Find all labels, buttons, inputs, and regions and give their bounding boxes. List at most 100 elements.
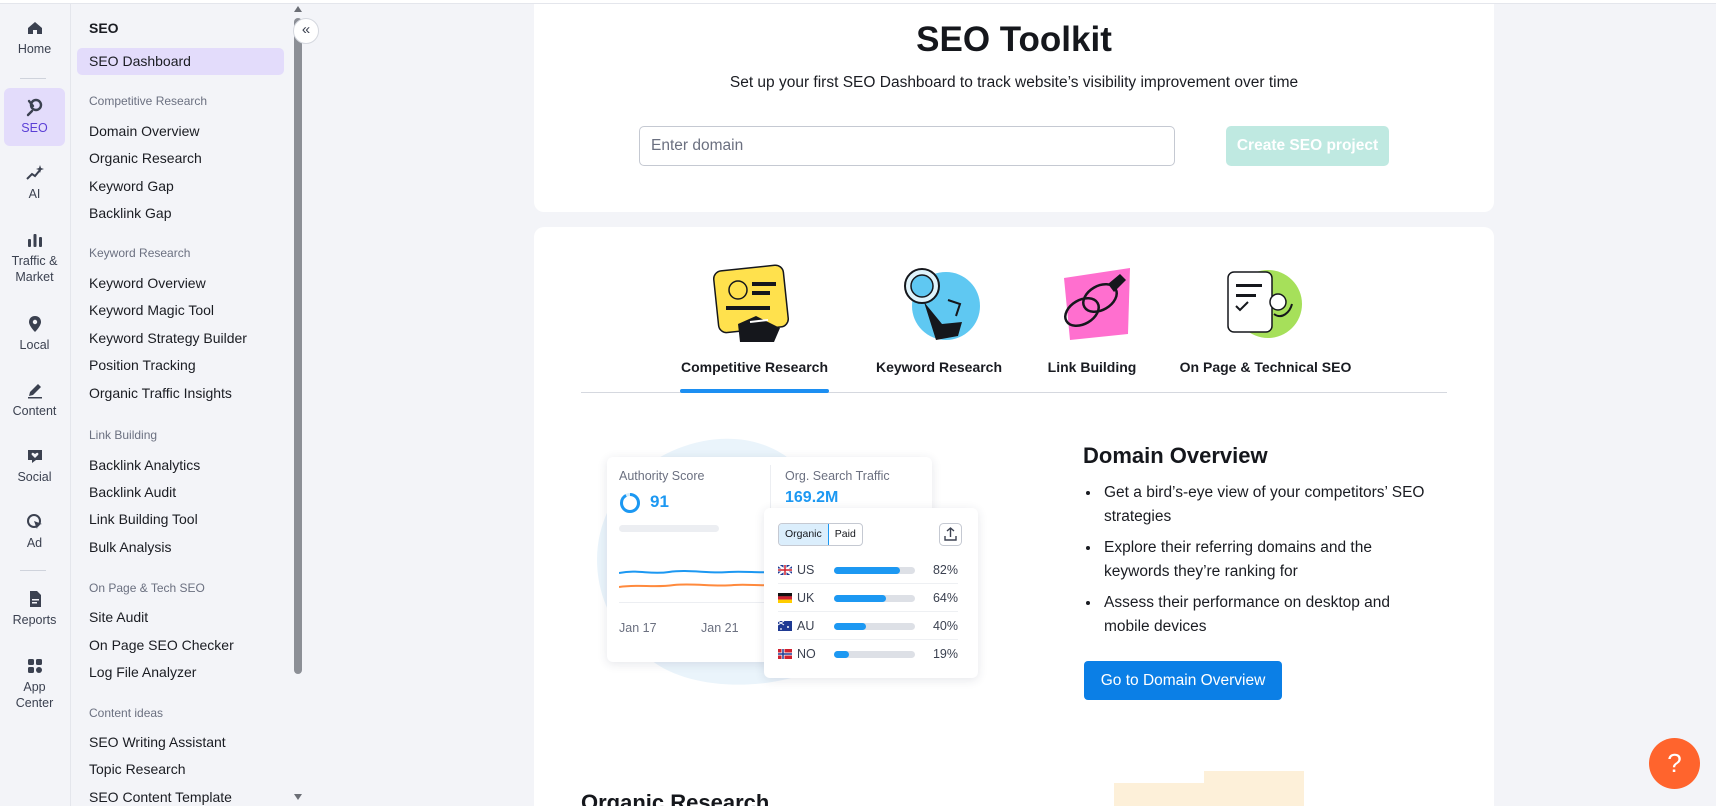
row-divider (778, 611, 958, 612)
nav-item-keyword-overview[interactable]: Keyword Overview (89, 275, 206, 291)
toggle-paid[interactable]: Paid (829, 524, 862, 545)
uk-flag-icon (778, 565, 792, 575)
rail-item-app-center[interactable]: App Center (4, 656, 65, 711)
nav-item-backlink-analytics[interactable]: Backlink Analytics (89, 457, 200, 473)
rail-label-content: Content (12, 404, 57, 418)
row-divider (778, 583, 958, 584)
rail-divider (20, 78, 46, 79)
scroll-down-arrow[interactable] (294, 794, 302, 800)
authority-score-label: Authority Score (619, 469, 705, 483)
scroll-thumb[interactable] (294, 18, 302, 674)
rail-label-social: Social (17, 470, 52, 484)
country-code: UK (797, 591, 815, 605)
nav-item-bulk-analysis[interactable]: Bulk Analysis (89, 539, 171, 555)
create-seo-project-button[interactable]: Create SEO project (1226, 126, 1389, 166)
nav-item-position-tracking[interactable]: Position Tracking (89, 357, 196, 373)
tab-competitive-research[interactable]: Competitive Research (680, 359, 829, 375)
australia-flag-icon (778, 621, 792, 631)
page-subtitle: Set up your first SEO Dashboard to track… (729, 74, 1299, 91)
country-share: 82% (932, 563, 958, 577)
organic-research-title: Organic Research (581, 790, 770, 806)
nav-item-topic-research[interactable]: Topic Research (89, 761, 186, 777)
country-code: NO (797, 647, 816, 661)
norway-flag-icon (778, 649, 792, 659)
scroll-up-arrow[interactable] (294, 6, 302, 12)
bullet-item: Explore their referring domains and the … (1084, 536, 1434, 583)
rail-item-ai[interactable]: AI (4, 163, 65, 202)
nav-item-seo-dashboard[interactable]: SEO Dashboard (89, 53, 191, 69)
export-icon[interactable] (939, 523, 962, 546)
nav-item-keyword-magic-tool[interactable]: Keyword Magic Tool (89, 302, 214, 318)
share-bar-fill (834, 623, 867, 630)
share-bar-track (834, 651, 915, 658)
country-row: NO 19% (778, 645, 958, 665)
domain-overview-bullets: Get a bird’s-eye view of your competitor… (1084, 481, 1434, 646)
bullet-item: Get a bird’s-eye view of your competitor… (1084, 481, 1434, 528)
collapse-sidebar-button[interactable]: « (293, 18, 319, 44)
bar-chart-icon (27, 234, 42, 247)
nav-section-heading: Competitive Research (89, 94, 208, 108)
org-search-traffic-value: 169.2M (785, 489, 839, 506)
chat-heart-icon (27, 450, 42, 463)
organic-paid-toggle[interactable]: Organic Paid (778, 523, 863, 546)
x-axis-label: Jan 21 (701, 621, 739, 635)
share-bar-track (834, 623, 915, 630)
tab-keyword-research[interactable]: Keyword Research (864, 359, 1014, 375)
rail-item-content[interactable]: Content (4, 380, 65, 419)
organic-research-illustration-peek (1114, 771, 1304, 806)
home-icon (27, 22, 42, 34)
nav-title: SEO (89, 20, 119, 36)
keyword-research-illustration (904, 268, 980, 340)
nav-item-seo-writing-assistant[interactable]: SEO Writing Assistant (89, 734, 226, 750)
nav-section-heading: Keyword Research (89, 246, 191, 260)
seo-toolkit-card: SEO Toolkit Set up your first SEO Dashbo… (534, 4, 1494, 212)
nav-item-keyword-strategy-builder[interactable]: Keyword Strategy Builder (89, 330, 247, 346)
nav-item-link-building-tool[interactable]: Link Building Tool (89, 511, 198, 527)
rail-label-app-center: App Center (15, 680, 54, 710)
pen-icon (27, 384, 42, 399)
germany-flag-icon (778, 593, 792, 603)
share-bar-fill (834, 595, 886, 602)
nav-item-site-audit[interactable]: Site Audit (89, 609, 148, 625)
apps-grid-icon (27, 659, 42, 673)
rail-item-seo[interactable]: SEO (4, 88, 65, 146)
nav-item-backlink-audit[interactable]: Backlink Audit (89, 484, 176, 500)
nav-section-heading: On Page & Tech SEO (89, 581, 205, 595)
domain-input[interactable] (639, 126, 1175, 166)
rail-item-traffic[interactable]: Traffic & Market (4, 230, 65, 285)
tab-on-page-technical-seo[interactable]: On Page & Technical SEO (1178, 359, 1353, 375)
nav-item-on-page-seo-checker[interactable]: On Page SEO Checker (89, 637, 234, 653)
link-building-illustration (1064, 268, 1130, 340)
rail-item-social[interactable]: Social (4, 446, 65, 485)
nav-item-organic-traffic-insights[interactable]: Organic Traffic Insights (89, 385, 232, 401)
rail-label-local: Local (19, 338, 50, 352)
rail-item-ad[interactable]: Ad (4, 512, 65, 551)
help-button[interactable]: ? (1649, 738, 1700, 789)
cursor-click-icon (26, 514, 42, 529)
nav-item-organic-research[interactable]: Organic Research (89, 150, 202, 166)
active-tab-indicator (680, 389, 829, 393)
nav-scrollbar[interactable] (292, 4, 304, 806)
rail-label-seo: SEO (21, 121, 48, 135)
nav-item-domain-overview[interactable]: Domain Overview (89, 123, 199, 139)
nav-item-log-file-analyzer[interactable]: Log File Analyzer (89, 664, 196, 680)
nav-item-backlink-gap[interactable]: Backlink Gap (89, 205, 171, 221)
org-search-traffic-label: Org. Search Traffic (785, 469, 890, 483)
rail-item-home[interactable]: Home (4, 18, 65, 57)
country-row: UK 64% (778, 589, 958, 609)
icon-rail: Home SEO AI Traffic & Market Local Conte… (0, 4, 71, 806)
nav-item-seo-content-template[interactable]: SEO Content Template (89, 789, 232, 805)
go-to-domain-overview-button[interactable]: Go to Domain Overview (1084, 661, 1282, 700)
page-title: SEO Toolkit (916, 20, 1112, 59)
country-share: 19% (932, 647, 958, 661)
toggle-organic[interactable]: Organic (779, 524, 829, 545)
country-row: US 82% (778, 561, 958, 581)
domain-overview-title: Domain Overview (1083, 443, 1268, 468)
traffic-trend-lines (619, 570, 769, 588)
rail-item-reports[interactable]: Reports (4, 589, 65, 628)
x-axis-label: Jan 17 (619, 621, 657, 635)
rail-item-local[interactable]: Local (4, 314, 65, 353)
tab-link-building[interactable]: Link Building (1044, 359, 1140, 375)
share-bar-track (834, 595, 915, 602)
nav-item-keyword-gap[interactable]: Keyword Gap (89, 178, 174, 194)
